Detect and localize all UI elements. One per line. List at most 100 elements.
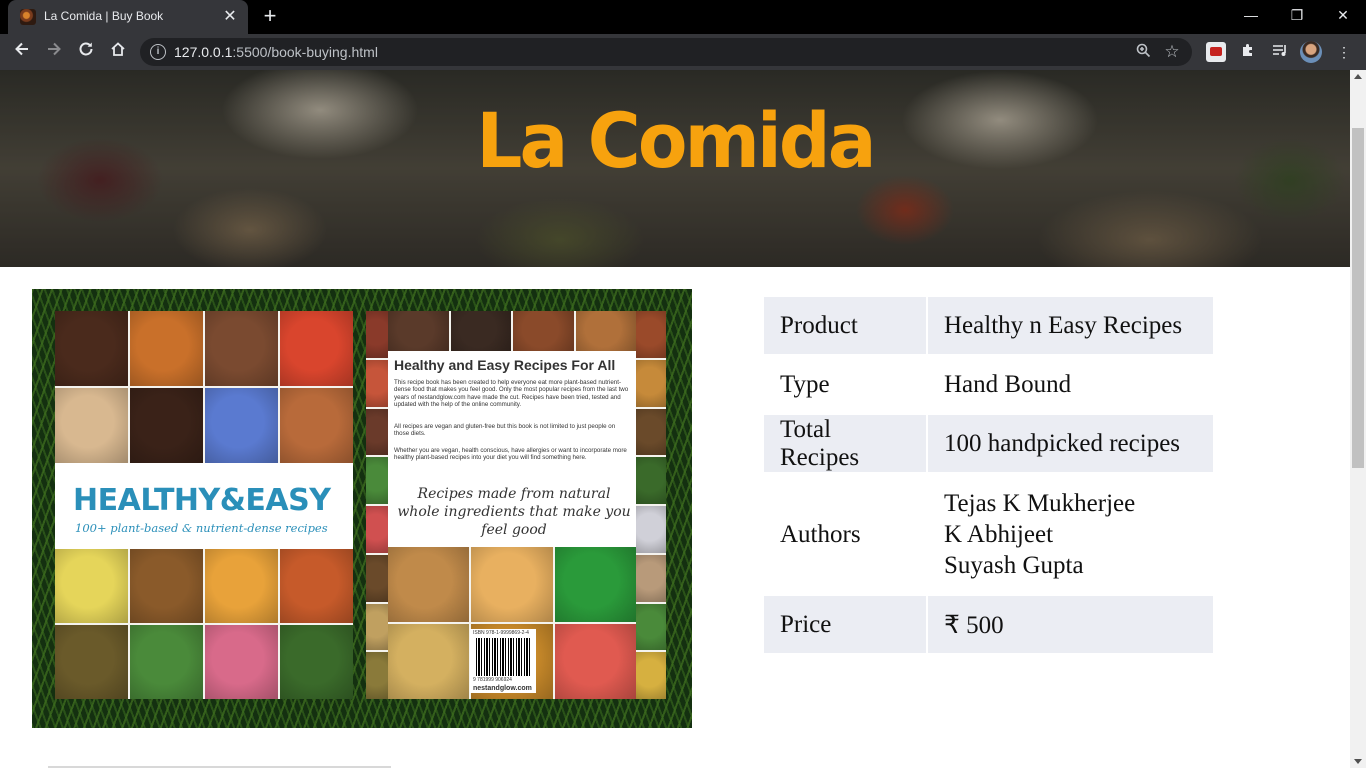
barcode-bars — [476, 638, 530, 676]
food-photo-tile — [130, 625, 203, 699]
food-photo-tile — [280, 625, 353, 699]
food-photo-tile — [554, 624, 636, 699]
food-photo-tile — [280, 549, 353, 623]
publisher-website: nestandglow.com — [473, 685, 532, 692]
bookmark-star-icon[interactable]: ☆ — [1162, 42, 1182, 62]
page-scrollbar[interactable] — [1350, 70, 1366, 768]
isbn-text: ISBN 978-1-9999869-2-4 — [473, 630, 529, 636]
home-icon — [111, 42, 125, 56]
food-photo-tile — [205, 549, 278, 623]
media-queue-icon[interactable] — [1270, 42, 1290, 62]
food-photo-tile — [636, 457, 666, 504]
barcode: ISBN 978-1-9999869-2-4 9 781999 906924 n… — [470, 629, 536, 693]
row-label: Total Recipes — [764, 415, 926, 472]
row-label: Price — [764, 596, 926, 653]
tab-title: La Comida | Buy Book — [44, 9, 164, 23]
table-row: Authors Tejas K Mukherjee K Abhijeet Suy… — [764, 474, 1213, 594]
food-photo-tile — [55, 549, 128, 623]
browser-menu-icon[interactable]: ⋮ — [1334, 42, 1354, 62]
book-back-cover: Healthy and Easy Recipes For All This re… — [366, 311, 666, 699]
food-photo-tile — [513, 311, 574, 351]
author-name: Tejas K Mukherjee — [944, 489, 1136, 517]
tab-strip: La Comida | Buy Book ✕ + — ❐ ✕ — [0, 0, 1366, 34]
table-row: Product Healthy n Easy Recipes — [764, 297, 1213, 354]
extensions-puzzle-icon[interactable] — [1238, 42, 1258, 62]
row-value: ₹ 500 — [928, 596, 1213, 653]
hero-banner: La Comida — [0, 70, 1350, 267]
scroll-down-arrow-icon[interactable] — [1354, 759, 1362, 764]
back-photo-strip-left — [366, 311, 388, 699]
row-value: Hand Bound — [944, 370, 1072, 398]
tab-close-icon[interactable]: ✕ — [220, 7, 240, 27]
url-path: :5500/book-buying.html — [232, 44, 378, 60]
author-name: K Abhijeet — [944, 520, 1054, 548]
back-button[interactable] — [10, 40, 34, 64]
home-button[interactable] — [106, 40, 130, 64]
front-photo-mosaic-top — [55, 311, 353, 463]
table-row: Price ₹ 500 — [764, 596, 1213, 653]
back-tagline: Recipes made from natural whole ingredie… — [397, 486, 631, 538]
table-row: Type Hand Bound — [764, 356, 1213, 413]
back-photo-strip-right — [636, 311, 666, 699]
back-arrow-icon — [15, 42, 28, 56]
new-tab-button[interactable]: + — [259, 5, 281, 27]
page-viewport: La Comida HEALTHY&EASY 100+ plant-based … — [0, 70, 1350, 768]
reload-button[interactable] — [74, 40, 98, 64]
front-title-band: HEALTHY&EASY 100+ plant-based & nutrient… — [55, 463, 353, 549]
food-photo-tile — [554, 547, 636, 622]
book-image: HEALTHY&EASY 100+ plant-based & nutrient… — [32, 289, 692, 728]
zoom-icon[interactable] — [1134, 43, 1152, 61]
minimize-button[interactable]: — — [1228, 0, 1274, 30]
book-front-cover: HEALTHY&EASY 100+ plant-based & nutrient… — [55, 311, 353, 699]
favicon-icon — [20, 9, 36, 25]
food-photo-tile — [130, 311, 203, 386]
back-paragraph: All recipes are vegan and gluten-free bu… — [394, 423, 616, 438]
back-paragraph: This recipe book has been created to hel… — [394, 379, 629, 409]
author-name: Suyash Gupta — [944, 551, 1084, 579]
food-photo-tile — [636, 554, 666, 602]
food-photo-tile — [280, 311, 353, 386]
front-photo-mosaic-bottom — [55, 549, 353, 699]
food-photo-tile — [366, 554, 388, 602]
back-paragraph: Whether you are vegan, health conscious,… — [394, 447, 627, 462]
food-photo-tile — [388, 311, 449, 351]
food-photo-tile — [388, 624, 470, 699]
food-photo-tile — [636, 506, 666, 553]
active-tab[interactable]: La Comida | Buy Book ✕ — [8, 0, 248, 34]
scroll-up-arrow-icon[interactable] — [1354, 74, 1362, 79]
food-photo-tile — [55, 625, 128, 699]
row-value: 100 handpicked recipes — [928, 415, 1213, 472]
maximize-button[interactable]: ❐ — [1274, 0, 1320, 30]
food-photo-tile — [636, 359, 666, 407]
food-photo-tile — [55, 311, 128, 386]
browser-toolbar: i 127.0.0.1:5500/book-buying.html ☆ ⋮ — [0, 34, 1366, 70]
forward-button[interactable] — [42, 40, 66, 64]
extension-red-icon[interactable] — [1206, 42, 1226, 62]
site-info-icon[interactable]: i — [150, 44, 166, 60]
food-photo-tile — [366, 408, 388, 456]
food-photo-tile — [366, 652, 388, 699]
food-photo-tile — [450, 311, 511, 351]
food-photo-tile — [636, 408, 666, 456]
reload-icon — [79, 42, 93, 56]
address-bar[interactable]: i 127.0.0.1:5500/book-buying.html ☆ — [140, 38, 1192, 66]
food-photo-tile — [366, 359, 388, 407]
row-value-authors: Tejas K Mukherjee K Abhijeet Suyash Gupt… — [928, 474, 1213, 594]
scroll-thumb[interactable] — [1352, 128, 1364, 468]
profile-avatar[interactable] — [1300, 41, 1322, 63]
food-photo-tile — [205, 311, 278, 386]
table-row: Total Recipes 100 handpicked recipes — [764, 415, 1213, 472]
food-photo-tile — [205, 625, 278, 699]
close-window-button[interactable]: ✕ — [1320, 0, 1366, 30]
food-photo-tile — [636, 603, 666, 651]
food-photo-tile — [471, 547, 553, 622]
url-text[interactable]: 127.0.0.1:5500/book-buying.html — [174, 44, 378, 60]
food-photo-tile — [388, 547, 470, 622]
row-label: Type — [780, 370, 830, 398]
site-title: La Comida — [476, 96, 876, 185]
forward-arrow-icon — [48, 42, 61, 56]
row-label: Product — [764, 297, 926, 354]
food-photo-tile — [130, 388, 203, 463]
barcode-number: 9 781999 906924 — [473, 677, 512, 683]
food-photo-tile — [575, 311, 636, 351]
